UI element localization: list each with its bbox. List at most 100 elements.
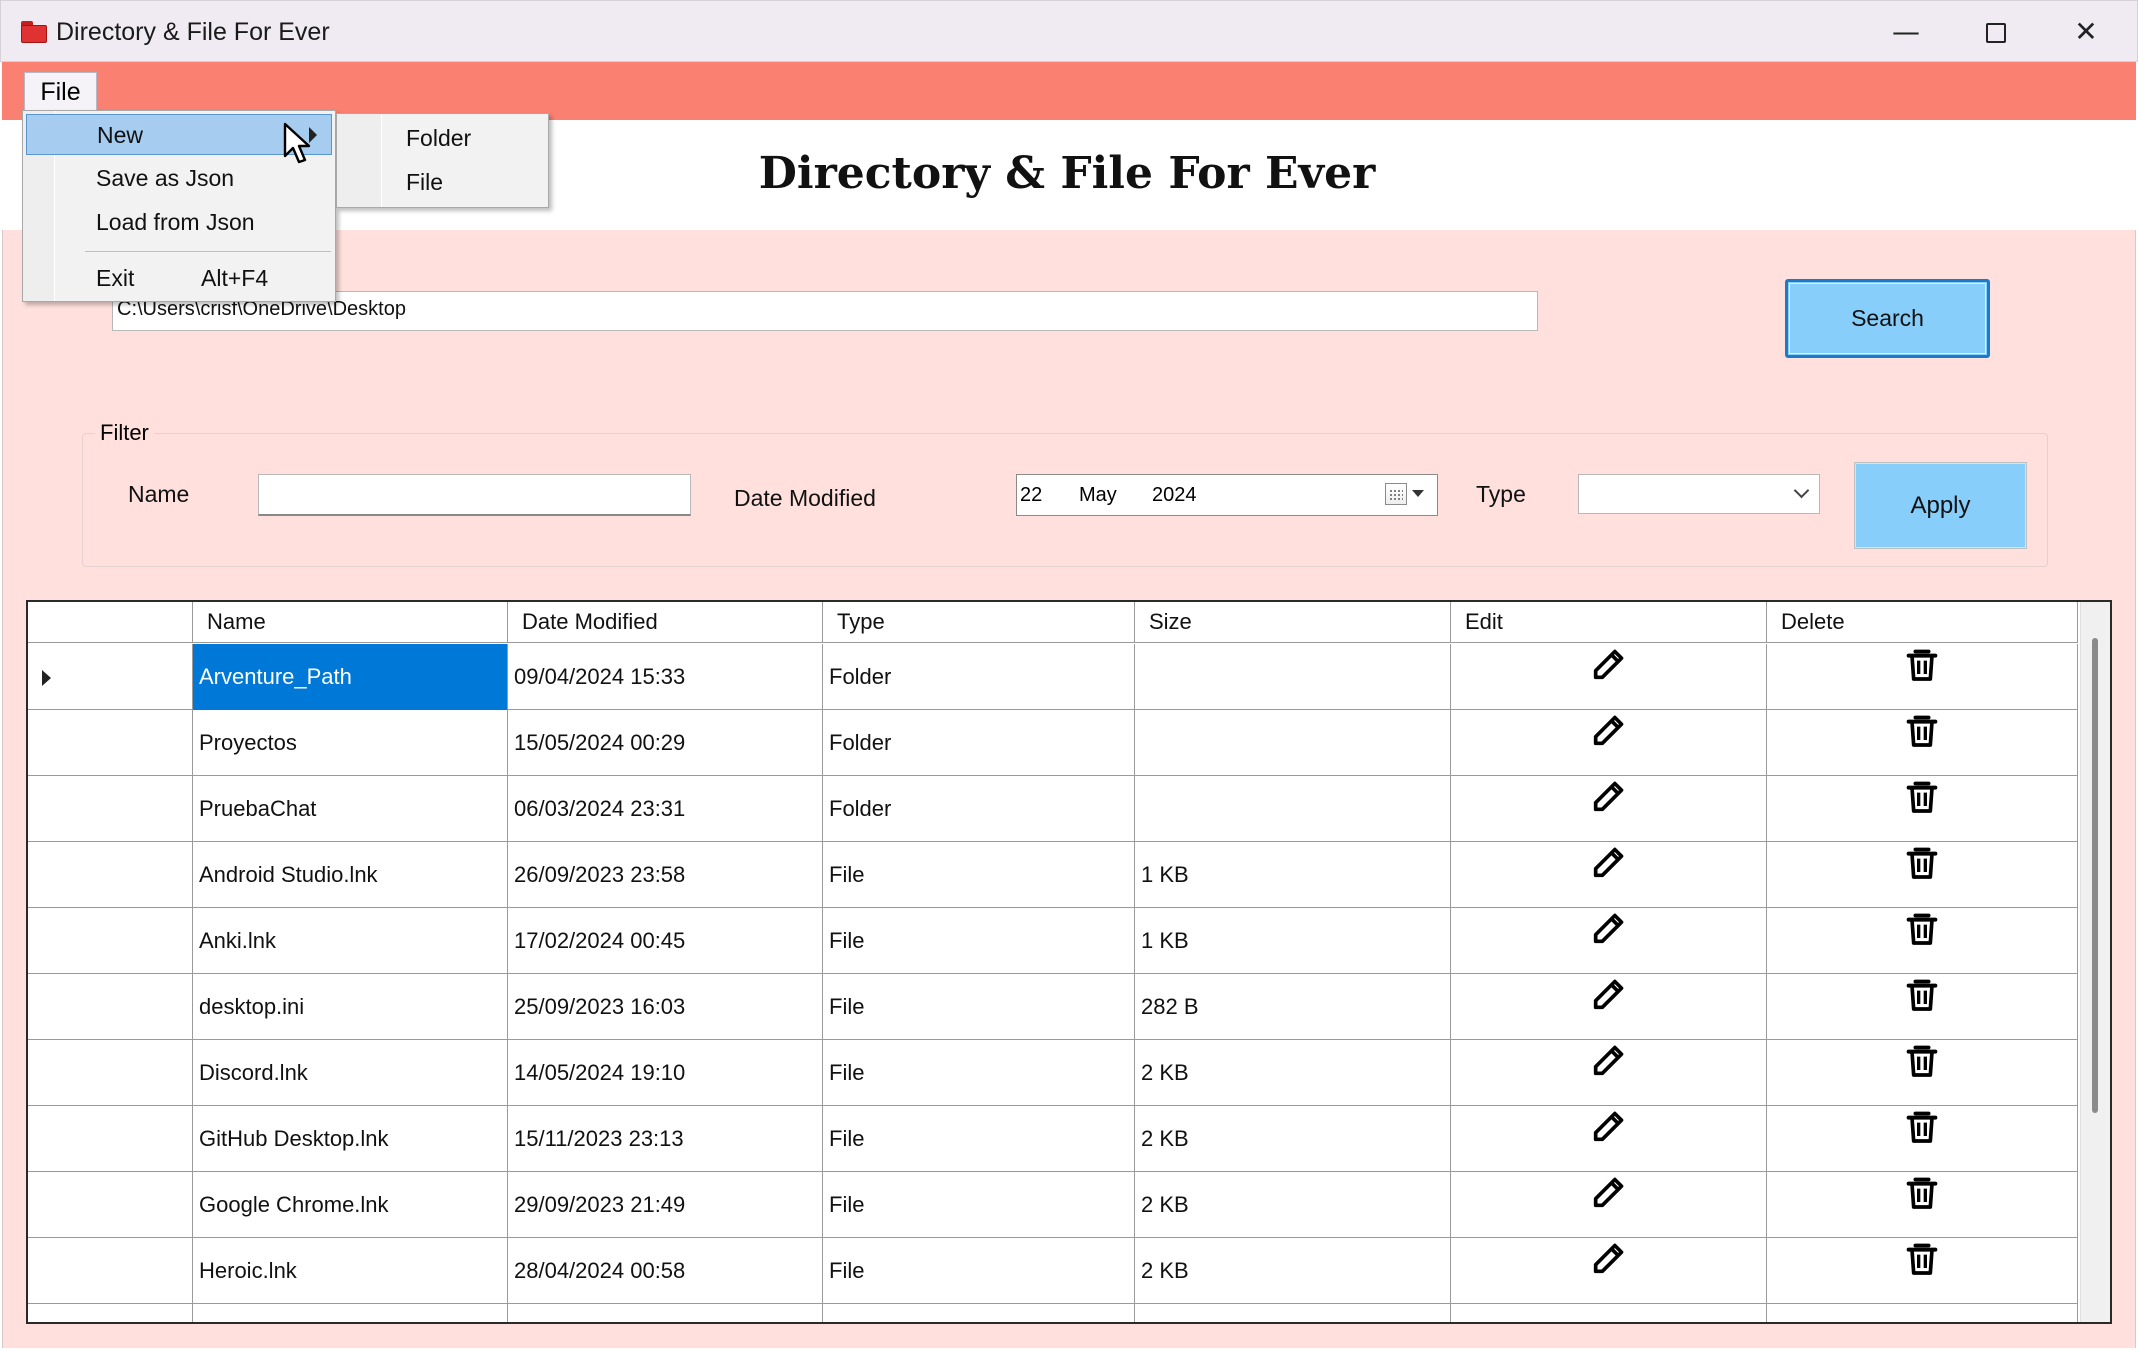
edit-button[interactable] — [1451, 1040, 1767, 1106]
delete-button[interactable] — [1767, 710, 2078, 776]
type-select[interactable] — [1578, 474, 1820, 514]
search-button[interactable]: Search — [1785, 279, 1990, 358]
cell-type[interactable]: File — [823, 842, 1135, 908]
cell-size[interactable]: 2 KB — [1135, 1040, 1451, 1106]
cell-date[interactable]: 25/09/2023 16:03 — [508, 974, 823, 1040]
table-row[interactable]: Anki.lnk 17/02/2024 00:45 File 1 KB — [28, 908, 2078, 974]
name-filter-input[interactable] — [258, 474, 691, 516]
table-cell[interactable] — [1451, 1304, 1767, 1322]
cell-name[interactable]: Anki.lnk — [193, 908, 508, 974]
cell-date[interactable]: 26/09/2023 23:58 — [508, 842, 823, 908]
table-cell[interactable] — [28, 1304, 193, 1322]
close-button[interactable]: ✕ — [2041, 1, 2131, 63]
edit-button[interactable] — [1451, 974, 1767, 1040]
cell-name[interactable]: GitHub Desktop.lnk — [193, 1106, 508, 1172]
cell-date[interactable]: 14/05/2024 19:10 — [508, 1040, 823, 1106]
scrollbar-thumb[interactable] — [2092, 638, 2098, 1113]
menu-file[interactable]: File — [24, 72, 97, 112]
edit-button[interactable] — [1451, 776, 1767, 842]
date-month[interactable]: May — [1079, 484, 1117, 507]
cell-name[interactable]: PruebaChat — [193, 776, 508, 842]
cell-date[interactable]: 17/02/2024 00:45 — [508, 908, 823, 974]
row-header[interactable] — [28, 1172, 193, 1238]
delete-button[interactable] — [1767, 1106, 2078, 1172]
apply-button[interactable]: Apply — [1854, 462, 2027, 549]
edit-button[interactable] — [1451, 842, 1767, 908]
cell-size[interactable]: 2 KB — [1135, 1106, 1451, 1172]
column-header-date[interactable]: Date Modified — [508, 602, 823, 643]
vertical-scrollbar[interactable] — [2080, 602, 2110, 1322]
table-cell[interactable] — [193, 1304, 508, 1322]
date-picker[interactable]: 22 May 2024 — [1016, 474, 1438, 516]
column-header-edit[interactable]: Edit — [1451, 602, 1767, 643]
table-row[interactable]: Discord.lnk 14/05/2024 19:10 File 2 KB — [28, 1040, 2078, 1106]
cell-date[interactable]: 15/11/2023 23:13 — [508, 1106, 823, 1172]
cell-date[interactable]: 09/04/2024 15:33 — [508, 644, 823, 710]
column-header-size[interactable]: Size — [1135, 602, 1451, 643]
column-header-delete[interactable]: Delete — [1767, 602, 2078, 643]
delete-button[interactable] — [1767, 644, 2078, 710]
column-header-type[interactable]: Type — [823, 602, 1135, 643]
edit-button[interactable] — [1451, 644, 1767, 710]
date-year[interactable]: 2024 — [1152, 484, 1197, 507]
table-row[interactable]: Proyectos 15/05/2024 00:29 Folder — [28, 710, 2078, 776]
row-header[interactable] — [28, 1040, 193, 1106]
delete-button[interactable] — [1767, 776, 2078, 842]
cell-name[interactable]: Proyectos — [193, 710, 508, 776]
maximize-button[interactable] — [1951, 1, 2041, 63]
cell-type[interactable]: Folder — [823, 776, 1135, 842]
delete-button[interactable] — [1767, 1040, 2078, 1106]
minimize-button[interactable]: — — [1861, 1, 1951, 63]
cell-name[interactable]: Heroic.lnk — [193, 1238, 508, 1304]
table-row[interactable]: GitHub Desktop.lnk 15/11/2023 23:13 File 2 … — [28, 1106, 2078, 1172]
cell-date[interactable]: 28/04/2024 00:58 — [508, 1238, 823, 1304]
table-cell[interactable] — [1135, 1304, 1451, 1322]
table-row[interactable]: desktop.ini 25/09/2023 16:03 File 282 B — [28, 974, 2078, 1040]
submenu-item-file[interactable]: File — [406, 169, 443, 196]
cell-name[interactable]: Arventure_Path — [193, 644, 508, 710]
cell-size[interactable] — [1135, 644, 1451, 710]
menu-item-exit[interactable]: Exit Alt+F4 — [26, 258, 332, 299]
cell-name[interactable]: Android Studio.lnk — [193, 842, 508, 908]
cell-type[interactable]: File — [823, 908, 1135, 974]
table-row[interactable]: PruebaChat 06/03/2024 23:31 Folder — [28, 776, 2078, 842]
row-header[interactable] — [28, 842, 193, 908]
table-row[interactable]: Android Studio.lnk 26/09/2023 23:58 File 1 … — [28, 842, 2078, 908]
table-row[interactable]: Google Chrome.lnk 29/09/2023 21:49 File 2 K… — [28, 1172, 2078, 1238]
edit-button[interactable] — [1451, 1238, 1767, 1304]
cell-type[interactable]: File — [823, 1172, 1135, 1238]
cell-date[interactable]: 29/09/2023 21:49 — [508, 1172, 823, 1238]
cell-date[interactable]: 15/05/2024 00:29 — [508, 710, 823, 776]
column-header-name[interactable]: Name — [193, 602, 508, 643]
cell-size[interactable]: 2 KB — [1135, 1172, 1451, 1238]
row-header[interactable] — [28, 1238, 193, 1304]
cell-name[interactable]: Discord.lnk — [193, 1040, 508, 1106]
row-header[interactable] — [28, 710, 193, 776]
cell-name[interactable]: desktop.ini — [193, 974, 508, 1040]
delete-button[interactable] — [1767, 1238, 2078, 1304]
cell-type[interactable]: File — [823, 1040, 1135, 1106]
table-row[interactable]: Arventure_Path 09/04/2024 15:33 Folder — [28, 644, 2078, 710]
cell-type[interactable]: File — [823, 1238, 1135, 1304]
cell-size[interactable]: 282 B — [1135, 974, 1451, 1040]
cell-size[interactable]: 1 KB — [1135, 842, 1451, 908]
edit-button[interactable] — [1451, 1172, 1767, 1238]
table-row[interactable] — [28, 1304, 2078, 1322]
table-cell[interactable] — [823, 1304, 1135, 1322]
cell-date[interactable]: 06/03/2024 23:31 — [508, 776, 823, 842]
row-header[interactable] — [28, 974, 193, 1040]
table-cell[interactable] — [508, 1304, 823, 1322]
cell-size[interactable] — [1135, 776, 1451, 842]
table-row[interactable]: Heroic.lnk 28/04/2024 00:58 File 2 KB — [28, 1238, 2078, 1304]
row-header[interactable] — [28, 776, 193, 842]
table-cell[interactable] — [1767, 1304, 2078, 1322]
calendar-icon[interactable] — [1385, 483, 1407, 505]
delete-button[interactable] — [1767, 1172, 2078, 1238]
submenu-item-folder[interactable]: Folder — [406, 125, 471, 152]
cell-name[interactable]: Google Chrome.lnk — [193, 1172, 508, 1238]
row-header[interactable] — [28, 644, 193, 710]
edit-button[interactable] — [1451, 710, 1767, 776]
cell-type[interactable]: Folder — [823, 644, 1135, 710]
edit-button[interactable] — [1451, 908, 1767, 974]
cell-type[interactable]: File — [823, 974, 1135, 1040]
